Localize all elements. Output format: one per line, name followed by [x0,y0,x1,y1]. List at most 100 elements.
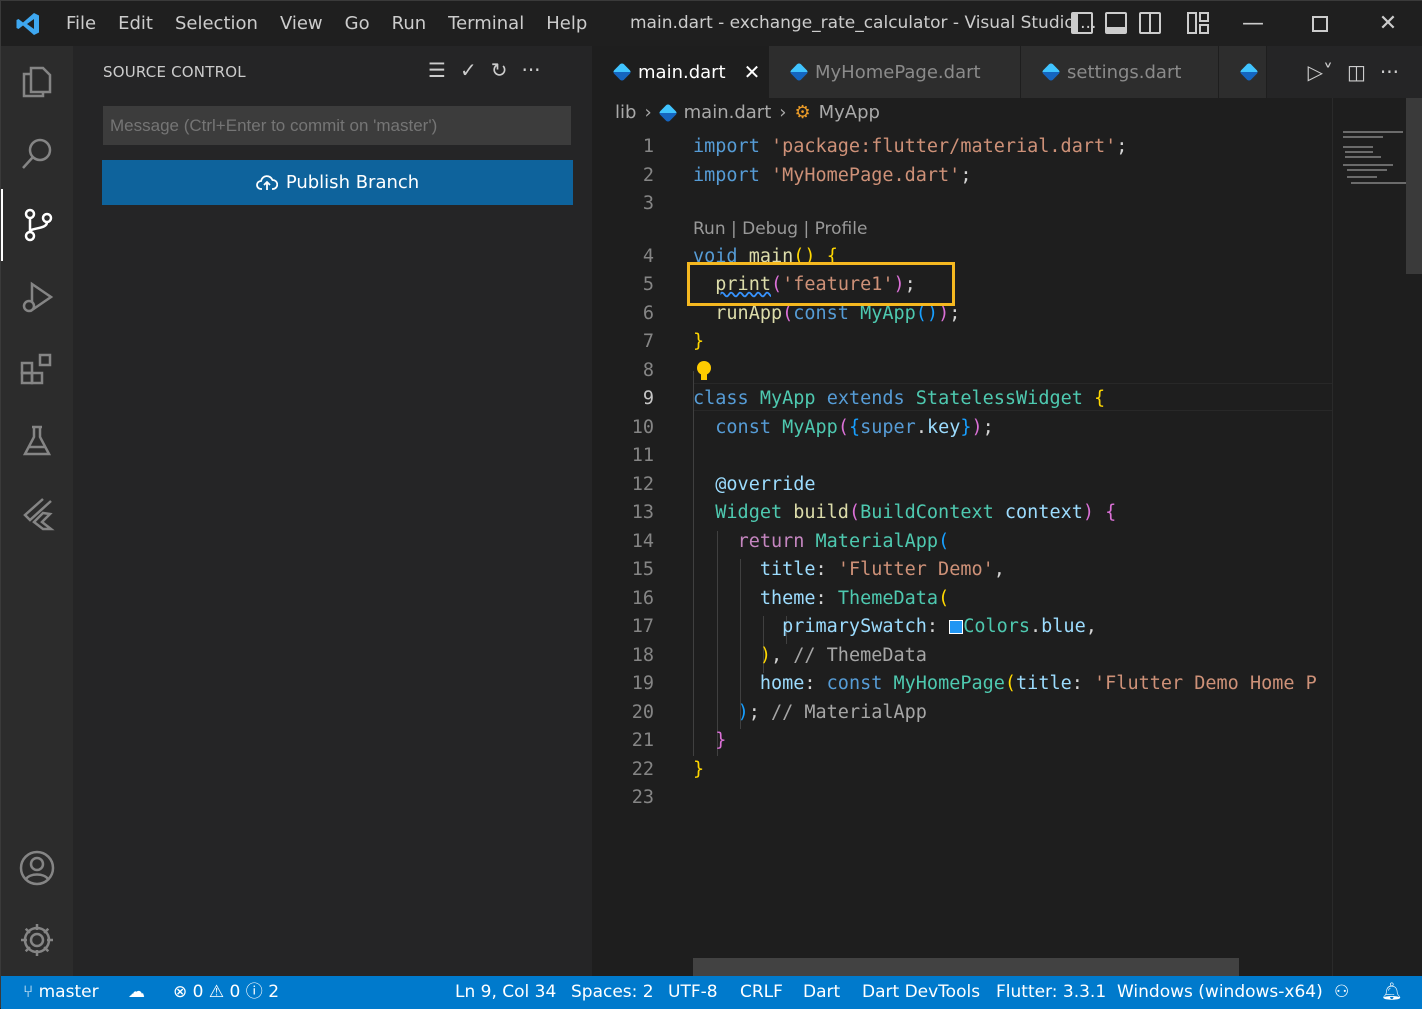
publish-cloud-icon[interactable]: ☁ [128,976,145,1009]
vscode-logo-icon [1,1,55,46]
explorer-icon[interactable] [1,46,73,118]
error-icon: ⊗ [173,982,193,1002]
code-line: 21 } [631,730,727,751]
sidebar-actions: ☰ ✓ ↻ ··· [428,58,541,82]
dart-file-icon [789,62,809,82]
code-line: 18 ), // ThemeData [631,645,927,666]
tab-label: settings.dart [1067,61,1182,83]
code-line: 14 return MaterialApp( [631,531,950,552]
code-line: 11 [631,445,654,466]
code-line: 16 theme: ThemeData( [631,588,950,609]
dart-file-icon [1239,62,1259,82]
search-icon[interactable] [1,118,73,190]
toggle-primary-sidebar-icon[interactable] [1071,12,1093,34]
cursor-position[interactable]: Ln 9, Col 34 [455,976,556,1009]
activity-bar [1,46,73,976]
toggle-secondary-sidebar-icon[interactable] [1139,12,1161,34]
title-bar: File Edit Selection View Go Run Terminal Help m… [1,1,1422,46]
branch-indicator[interactable]: ⑂ master [23,976,99,1009]
accounts-icon[interactable] [1,832,73,904]
flutter-version[interactable]: Flutter: 3.3.1 [996,976,1106,1009]
menu-view[interactable]: View [269,1,334,46]
menu-edit[interactable]: Edit [107,1,164,46]
dart-file-icon [1041,62,1061,82]
window-title: main.dart - exchange_rate_calculator - V… [630,13,1097,33]
source-control-sidebar: SOURCE CONTROL ☰ ✓ ↻ ··· Publish Branch [73,46,592,976]
menu-help[interactable]: Help [535,1,598,46]
run-debug-dropdown-icon[interactable]: ▷˅ [1308,60,1333,84]
code-line: 17 primarySwatch: Colors.blue, [631,616,1097,637]
status-bar: ⑂ master ☁ ⊗ 0 ⚠ 0 ⓘ 2 Ln 9, Col 34 Spac… [1,976,1422,1009]
minimap[interactable] [1332,98,1422,976]
testing-icon[interactable] [1,405,73,477]
code-line: 23 [631,787,654,808]
sidebar-title: SOURCE CONTROL [103,63,246,81]
commit-message-input[interactable] [103,106,571,145]
menu-run[interactable]: Run [381,1,438,46]
code-line: 12 @override [631,474,816,495]
menu-file[interactable]: File [55,1,107,46]
breadcrumb-file[interactable]: main.dart [684,102,772,123]
tab-overflow[interactable] [1219,46,1267,98]
code-line: 7} [642,331,705,352]
extensions-icon[interactable] [1,333,73,405]
feedback-icon[interactable]: ⚇ [1334,976,1349,1009]
tab-settings-dart[interactable]: settings.dart [1021,46,1219,98]
code-line: 8 [592,357,1332,385]
run-debug-icon[interactable] [1,261,73,333]
dart-file-icon [658,102,678,123]
code-line: 3 [642,193,654,214]
dart-devtools[interactable]: Dart DevTools [862,976,980,1009]
code-line: 19 home: const MyHomePage(title: 'Flutte… [631,673,1317,694]
tab-main-dart[interactable]: main.dart ✕ [592,46,769,98]
more-actions-icon[interactable]: ··· [521,58,540,82]
split-editor-icon[interactable]: ◫ [1347,60,1366,84]
menu-terminal[interactable]: Terminal [437,1,535,46]
settings-gear-icon[interactable] [1,904,73,976]
code-line: 1 import 'package:flutter/material.dart'; [642,136,1128,157]
notifications-bell-icon[interactable]: 🔔︎ [1381,976,1403,1009]
cloud-upload-icon [255,174,278,190]
tab-myhomepage-dart[interactable]: MyHomePage.dart [769,46,1021,98]
tab-label: main.dart [638,61,726,83]
view-as-tree-icon[interactable]: ☰ [428,58,446,82]
more-actions-icon[interactable]: ··· [1380,60,1399,84]
customize-layout-icon[interactable] [1187,12,1209,34]
indentation[interactable]: Spaces: 2 [571,976,654,1009]
commit-check-icon[interactable]: ✓ [460,58,477,82]
code-line: 13 Widget build(BuildContext context) { [631,502,1117,523]
menu-go[interactable]: Go [334,1,381,46]
lightbulb-icon[interactable] [693,357,712,385]
vscode-window: File Edit Selection View Go Run Terminal Help m… [0,0,1422,1009]
menu-selection[interactable]: Selection [164,1,269,46]
flutter-icon[interactable] [1,477,73,549]
codelens-run-debug-profile[interactable]: Run | Debug | Profile [693,219,867,239]
code-line: 2 import 'MyHomePage.dart'; [642,165,972,186]
maximize-icon[interactable] [1286,1,1354,46]
color-swatch[interactable] [949,620,964,634]
git-branch-icon: ⑂ [23,982,39,1002]
code-line: 9 class MyApp extends StatelessWidget { [642,388,1106,409]
info-icon: ⓘ [245,982,269,1002]
refresh-icon[interactable]: ↻ [491,58,508,82]
horizontal-scrollbar[interactable] [693,958,1239,976]
code-editor[interactable]: 1 import 'package:flutter/material.dart';… [592,131,1332,976]
close-tab-icon[interactable]: ✕ [744,60,761,84]
breadcrumb-folder[interactable]: lib [615,102,636,123]
chevron-right-icon: › [644,102,652,123]
line-ending[interactable]: CRLF [740,976,783,1009]
device-selector[interactable]: Windows (windows-x64) [1117,976,1323,1009]
encoding[interactable]: UTF-8 [668,976,718,1009]
toggle-panel-icon[interactable] [1105,12,1127,34]
breadcrumb: lib › main.dart › ⚙ MyApp [615,102,880,123]
close-window-icon[interactable]: ✕ [1354,1,1422,46]
code-line: 20 ); // MaterialApp [631,702,927,723]
minimize-icon[interactable]: — [1219,1,1287,46]
code-line: 22} [631,759,705,780]
breadcrumb-symbol[interactable]: MyApp [819,102,880,123]
problems-indicator[interactable]: ⊗ 0 ⚠ 0 ⓘ 2 [173,976,279,1009]
publish-branch-button[interactable]: Publish Branch [102,160,573,205]
language-mode[interactable]: Dart [803,976,840,1009]
editor-actions: ▷˅ ◫ ··· [1308,46,1422,98]
source-control-icon[interactable] [1,189,73,261]
